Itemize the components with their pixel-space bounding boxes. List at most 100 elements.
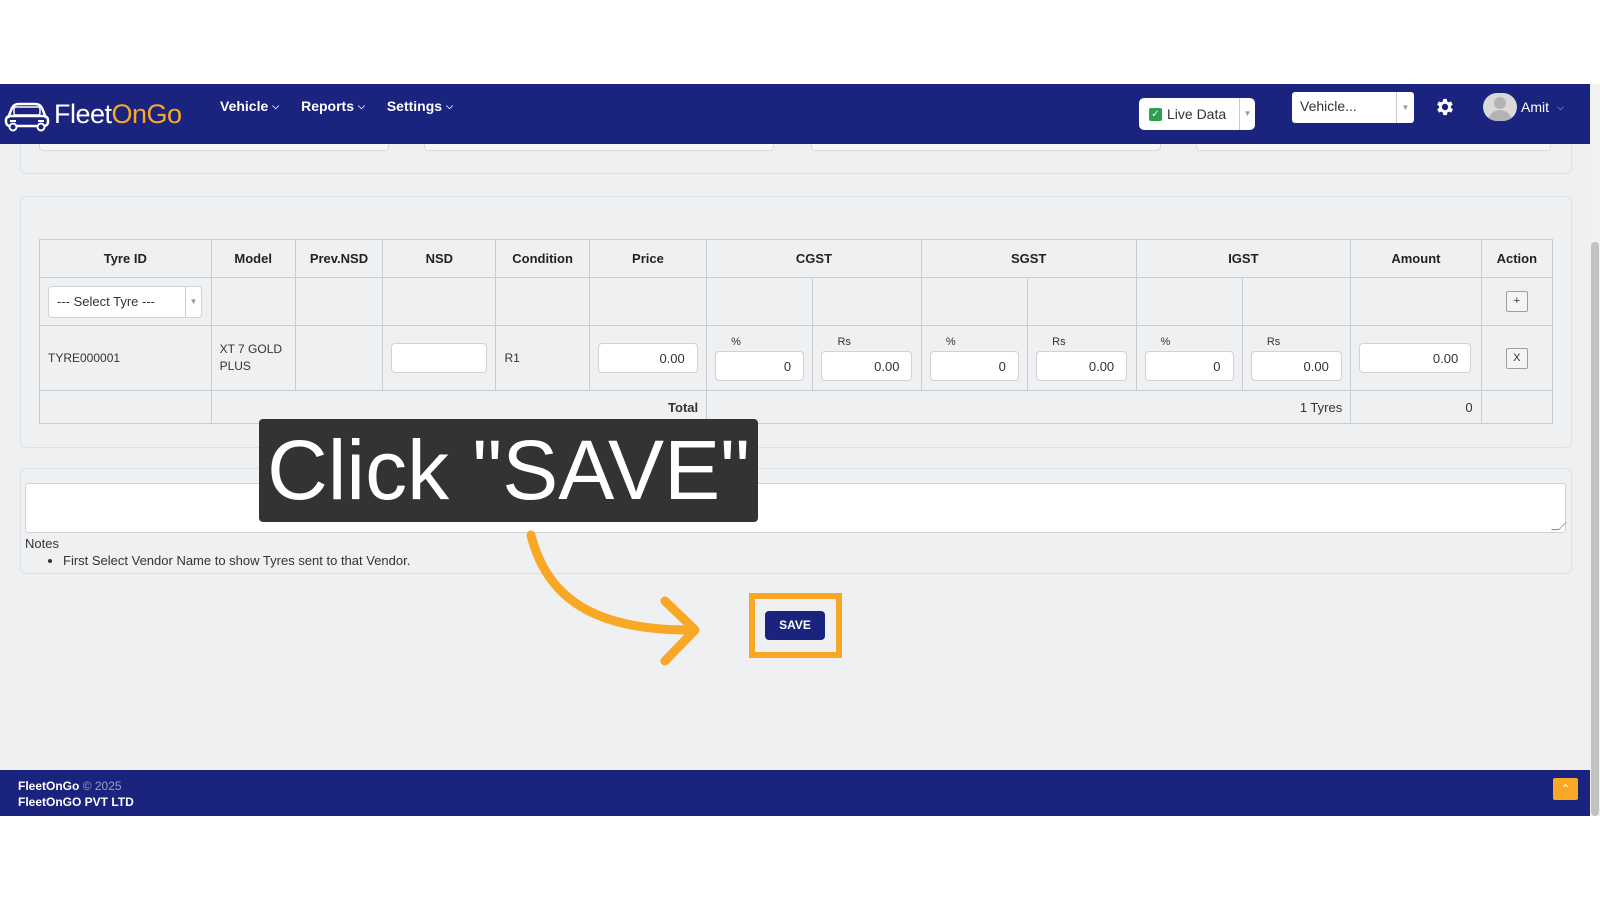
chevron-down-icon: ⌵ <box>446 100 453 111</box>
table-cell <box>210 277 296 326</box>
remove-tyre-button[interactable]: X <box>1505 347 1528 369</box>
caret-down-icon: ▼ <box>1396 92 1414 123</box>
header-cgst: CGST <box>706 239 922 278</box>
select-tyre-dropdown[interactable]: --- Select Tyre --- ▼ <box>48 285 202 318</box>
igst-pct-input[interactable]: 0 <box>1144 350 1234 381</box>
header-condition: Condition <box>495 239 590 278</box>
table-cell <box>382 277 497 326</box>
tyre-id-cell: TYRE000001 <box>39 325 212 391</box>
sgst-pct-cell: % 0 <box>920 325 1029 391</box>
header-prev-nsd: Prev.NSD <box>294 239 384 278</box>
notes-title: Notes <box>25 536 59 551</box>
header-igst: IGST <box>1135 239 1352 278</box>
form-field[interactable] <box>39 144 389 151</box>
scrollbar[interactable] <box>1590 84 1600 816</box>
chevron-down-icon: ⌵ <box>1557 101 1564 112</box>
table-cell <box>1241 277 1352 326</box>
footer: FleetOnGo © 2025 FleetOnGO PVT LTD ⌃ <box>0 770 1590 816</box>
notes-card: Notes First Select Vendor Name to show T… <box>20 468 1572 574</box>
chevron-down-icon: ⌵ <box>358 100 365 111</box>
list-item: First Select Vendor Name to show Tyres s… <box>63 553 410 568</box>
table-cell <box>1350 277 1482 326</box>
cgst-rs-cell: Rs 0.00 <box>812 325 922 391</box>
cgst-rs-input[interactable]: 0.00 <box>821 350 913 381</box>
table-cell <box>1135 277 1243 326</box>
header-amount: Amount <box>1350 239 1482 278</box>
sgst-rs-cell: Rs 0.00 <box>1027 325 1137 391</box>
table-cell <box>588 277 708 326</box>
caret-down-icon[interactable]: ▼ <box>1239 98 1255 130</box>
resize-handle-icon[interactable] <box>1551 522 1567 530</box>
action-cell: X <box>1480 325 1554 391</box>
prev-nsd-cell <box>294 325 384 391</box>
nsd-input[interactable] <box>391 343 488 373</box>
chevron-up-icon[interactable]: ⌃ <box>1553 778 1578 800</box>
sgst-pct-input[interactable]: 0 <box>929 350 1019 381</box>
tyre-table-card: Tyre ID Model Prev.NSD NSD Condition Pri… <box>20 196 1572 448</box>
header-action: Action <box>1480 239 1554 278</box>
header-model: Model <box>210 239 296 278</box>
nsd-cell <box>382 325 497 391</box>
live-data-toggle[interactable]: ✓ Live Data ▼ <box>1139 98 1255 130</box>
table-header-row: Tyre ID Model Prev.NSD NSD Condition Pri… <box>39 239 1554 278</box>
cgst-pct-label: % <box>731 335 741 348</box>
remarks-textarea[interactable] <box>25 483 1567 533</box>
app-screen: FleetOnGo Vehicle ⌵ Reports ⌵ Settings ⌵ ✓ … <box>0 84 1600 816</box>
nav-reports[interactable]: Reports ⌵ <box>301 98 365 114</box>
table-cell <box>39 390 212 424</box>
total-amount: 0 <box>1350 390 1482 424</box>
cgst-pct-input[interactable]: 0 <box>715 350 805 381</box>
table-row: TYRE000001 XT 7 GOLD PLUS R1 0.00 % 0 Rs… <box>39 325 1554 391</box>
gear-icon[interactable] <box>1434 96 1456 118</box>
table-cell <box>920 277 1029 326</box>
vehicle-select[interactable]: Vehicle... ▼ <box>1292 92 1414 123</box>
form-field[interactable] <box>424 144 774 151</box>
brand-logo[interactable]: FleetOnGo <box>4 92 182 136</box>
form-field[interactable] <box>811 144 1161 151</box>
sgst-pct-label: % <box>945 335 956 348</box>
scrollbar-thumb[interactable] <box>1591 242 1599 816</box>
vendor-form-card <box>20 144 1572 174</box>
checkbox-checked-icon[interactable]: ✓ <box>1149 107 1162 121</box>
add-tyre-row: --- Select Tyre --- ▼ + <box>39 277 1554 326</box>
car-logo-icon <box>4 102 50 132</box>
total-count: 1 Tyres <box>706 390 1352 424</box>
table-cell <box>706 277 814 326</box>
cgst-rs-label: Rs <box>837 335 851 348</box>
table-cell <box>1027 277 1137 326</box>
amount-cell: 0.00 <box>1350 325 1482 391</box>
igst-rs-label: Rs <box>1266 335 1281 348</box>
cgst-pct-cell: % 0 <box>706 325 814 391</box>
form-field[interactable] <box>1196 144 1551 151</box>
footer-copyright: FleetOnGo © 2025 <box>18 779 122 793</box>
header-sgst: SGST <box>920 239 1137 278</box>
sgst-rs-input[interactable]: 0.00 <box>1036 350 1128 381</box>
igst-pct-label: % <box>1160 335 1171 348</box>
igst-rs-input[interactable]: 0.00 <box>1250 350 1342 381</box>
amount-input[interactable]: 0.00 <box>1359 343 1472 373</box>
header-price: Price <box>588 239 708 278</box>
igst-rs-cell: Rs 0.00 <box>1241 325 1352 391</box>
price-cell: 0.00 <box>588 325 708 391</box>
tutorial-callout: Click "SAVE" <box>259 419 758 522</box>
avatar <box>1483 93 1517 121</box>
add-tyre-button[interactable]: + <box>1505 291 1528 312</box>
top-navbar: FleetOnGo Vehicle ⌵ Reports ⌵ Settings ⌵ ✓ … <box>0 84 1590 144</box>
table-cell <box>294 277 384 326</box>
chevron-down-icon: ⌵ <box>272 100 280 111</box>
main-menu: Vehicle ⌵ Reports ⌵ Settings ⌵ <box>220 84 475 128</box>
sgst-rs-label: Rs <box>1052 335 1066 348</box>
notes-list: First Select Vendor Name to show Tyres s… <box>63 553 410 568</box>
user-menu[interactable]: Amit ⌵ <box>1483 93 1564 121</box>
igst-pct-cell: % 0 <box>1135 325 1243 391</box>
nav-settings[interactable]: Settings ⌵ <box>387 98 453 114</box>
action-cell: + <box>1480 277 1554 326</box>
nav-vehicle[interactable]: Vehicle ⌵ <box>220 98 279 114</box>
table-cell <box>1480 390 1554 424</box>
caret-down-icon: ▼ <box>185 286 201 317</box>
price-input[interactable]: 0.00 <box>597 343 698 373</box>
table-cell <box>495 277 590 326</box>
brand-name: FleetOnGo <box>54 98 182 129</box>
arrow-right-icon <box>526 530 700 666</box>
save-button[interactable]: SAVE <box>765 611 825 640</box>
